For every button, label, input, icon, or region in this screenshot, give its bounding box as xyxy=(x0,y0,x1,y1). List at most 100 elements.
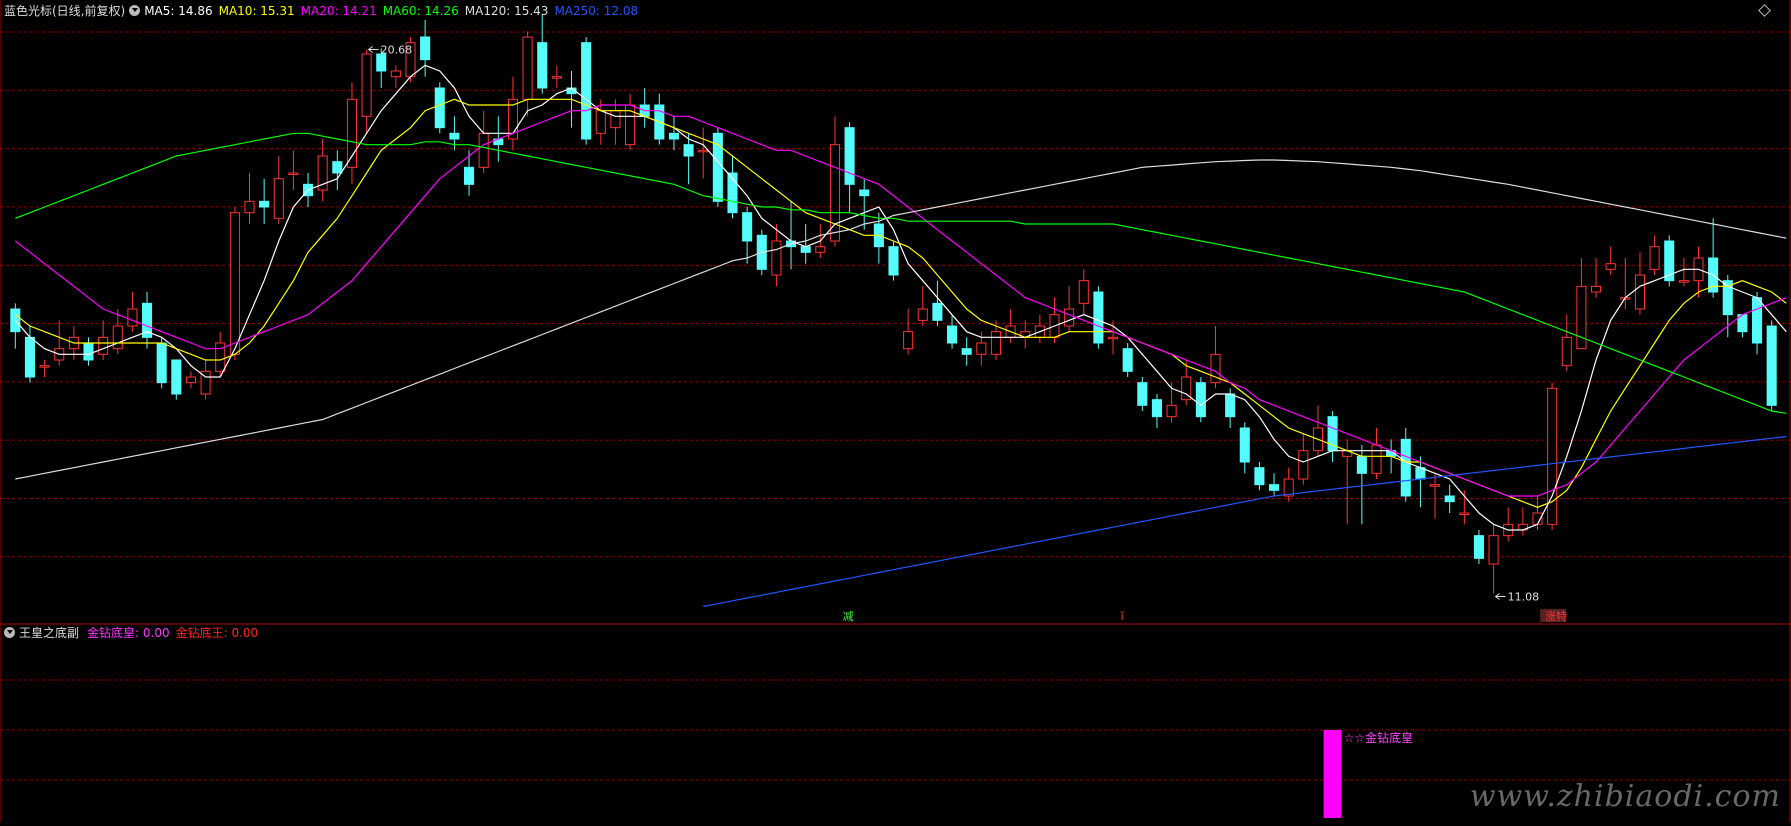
candle-body xyxy=(595,110,606,134)
candle-body xyxy=(844,127,855,185)
candle-body xyxy=(361,53,372,117)
candle-body xyxy=(668,132,679,140)
candle-body xyxy=(390,70,401,78)
sub-legend: 王皇之底副 金钻底皇: 0.00 金钻底王: 0.00 xyxy=(4,625,270,641)
candle-body xyxy=(1649,246,1660,270)
candle-body xyxy=(1459,512,1470,515)
candle-body xyxy=(1356,455,1367,474)
high-price-label: 20.68 xyxy=(381,43,413,56)
dropdown-icon[interactable] xyxy=(129,5,141,16)
candle-body xyxy=(961,348,972,355)
candle-body xyxy=(464,166,475,185)
arrow-icon xyxy=(367,46,379,53)
ma-legend-item: MA120: 15.43 xyxy=(464,4,549,18)
candle-body xyxy=(259,200,270,208)
candle-body xyxy=(24,336,35,378)
sub-chart-title[interactable]: 王皇之底副 xyxy=(19,626,79,640)
signal-marker: ǐ xyxy=(1120,610,1125,623)
candle-body xyxy=(1634,274,1645,310)
candle-body xyxy=(112,325,123,350)
sub-legend-items: 金钻底皇: 0.00 金钻底王: 0.00 xyxy=(87,626,264,640)
candle-body xyxy=(1108,336,1119,340)
candle-body xyxy=(1576,285,1587,350)
candlestick-chart[interactable]: 20.68 11.08 减 ǐ 涨特 ☆☆金钻底皇 xyxy=(0,0,1791,822)
candle-body xyxy=(1561,336,1572,367)
candle-body xyxy=(420,36,431,61)
ma-legend-item: MA10: 15.31 xyxy=(218,4,295,18)
ma-legend-item: MA60: 14.26 xyxy=(382,4,459,18)
candle-body xyxy=(932,302,943,321)
candle-body xyxy=(1195,382,1206,418)
candle-body xyxy=(127,308,138,327)
candle-body xyxy=(478,132,489,168)
candle-body xyxy=(859,189,870,197)
candle-body xyxy=(1239,427,1250,463)
candle-body xyxy=(244,200,255,214)
candle-body xyxy=(1400,438,1411,497)
main-legend: 蓝色光标(日线,前复权) MA5: 14.86 MA10: 15.31 MA20: 1… xyxy=(4,3,650,19)
dropdown-icon[interactable] xyxy=(4,627,15,638)
candle-body xyxy=(156,342,167,384)
candle-body xyxy=(990,331,1001,355)
candle-body xyxy=(947,325,958,344)
candle-body xyxy=(1605,263,1616,270)
candle-body xyxy=(1766,325,1777,406)
ma-line-ma5 xyxy=(14,64,1787,531)
signal-marker: 减 xyxy=(843,610,854,623)
candle-body xyxy=(376,53,387,72)
candle-body xyxy=(581,42,592,140)
candle-body xyxy=(288,172,299,175)
candle-body xyxy=(742,212,753,242)
candle-body xyxy=(273,178,284,219)
candle-body xyxy=(229,212,240,355)
candle-body xyxy=(1298,450,1309,480)
candle-body xyxy=(1591,285,1602,293)
candle-body xyxy=(1547,387,1558,525)
candle-body xyxy=(1430,484,1441,487)
ma-legend-item: MA5: 14.86 xyxy=(144,4,213,18)
candle-body xyxy=(1752,297,1763,344)
candle-body xyxy=(1473,535,1484,559)
candle-body xyxy=(171,359,182,395)
chart-stage[interactable]: 20.68 11.08 减 ǐ 涨特 ☆☆金钻底皇 xyxy=(0,0,1791,822)
candle-body xyxy=(449,132,460,140)
candle-body xyxy=(1371,444,1382,474)
candle-body xyxy=(771,240,782,276)
candle-body xyxy=(1269,484,1280,491)
candle-body xyxy=(537,42,548,89)
ma-line-ma10 xyxy=(14,98,1787,508)
sub-legend-item: 金钻底皇: 0.00 xyxy=(87,626,170,640)
candle-body xyxy=(683,144,694,157)
candle-body xyxy=(1151,399,1162,418)
signal-bar xyxy=(1323,730,1342,818)
signal-marker: 涨特 xyxy=(1545,609,1567,623)
candle-body xyxy=(1137,382,1148,406)
candle-body xyxy=(1444,495,1455,503)
low-price-label: 11.08 xyxy=(1508,590,1540,603)
candle-body xyxy=(917,308,928,321)
candle-body xyxy=(1078,280,1089,304)
candle-body xyxy=(888,246,899,276)
candle-body xyxy=(434,87,445,129)
candle-body xyxy=(522,36,533,100)
ma-line-ma60 xyxy=(15,132,1787,414)
candle-body xyxy=(800,246,811,253)
candle-body xyxy=(39,365,50,368)
candle-body xyxy=(551,76,562,79)
watermark-text: www.zhibiaodi.com xyxy=(1469,779,1781,814)
candle-body xyxy=(610,110,621,129)
candle-body xyxy=(903,331,914,350)
arrow-icon xyxy=(1494,593,1506,600)
candle-body xyxy=(976,342,987,355)
candle-body xyxy=(829,144,840,242)
candle-body xyxy=(332,161,343,174)
main-chart-title[interactable]: 蓝色光标(日线,前复权) xyxy=(4,4,125,18)
candle-body xyxy=(698,149,709,153)
candle-body xyxy=(1166,404,1177,418)
candle-body xyxy=(1678,280,1689,283)
candle-body xyxy=(1254,467,1265,486)
signal-bar-label: ☆☆金钻底皇 xyxy=(1344,730,1414,745)
candle-body xyxy=(815,246,826,253)
candle-body xyxy=(83,342,94,361)
ma-legend-items: MA5: 14.86 MA10: 15.31 MA20: 14.21 MA60: 14… xyxy=(144,4,644,18)
